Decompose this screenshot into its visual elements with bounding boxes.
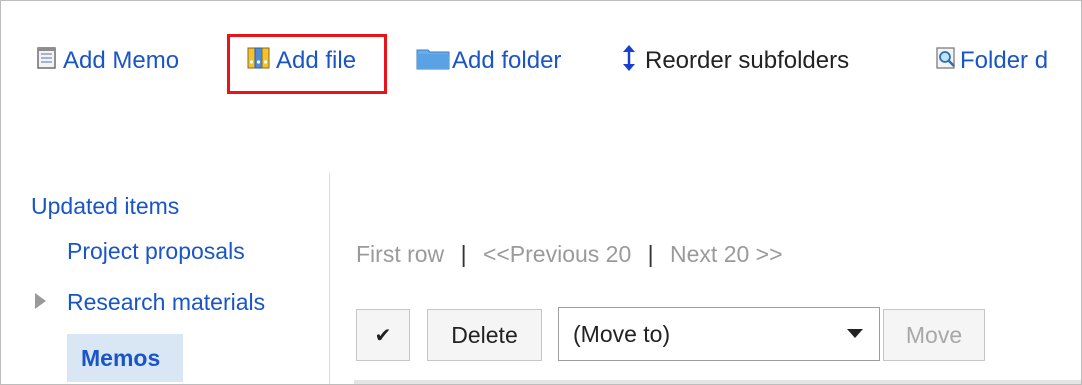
reorder-subfolders-link[interactable]: Reorder subfolders [621,41,849,81]
move-to-select[interactable]: (Move to) [558,307,880,361]
list-header-line [354,380,1081,384]
delete-button-label: Delete [451,321,518,348]
sidebar-updated-items[interactable]: Updated items [31,193,179,220]
move-button[interactable]: Move [883,309,985,361]
pager-separator: | [460,241,467,267]
sidebar-item-research-materials[interactable]: Research materials [67,289,265,316]
pager-separator-2: | [647,241,654,267]
select-all-checkbox-button[interactable]: ✔ [356,309,410,361]
add-memo-link[interactable]: Add Memo [35,41,179,81]
memo-icon [35,46,59,77]
delete-button[interactable]: Delete [427,309,542,361]
reorder-subfolders-label: Reorder subfolders [645,47,850,74]
move-button-label: Move [905,321,963,348]
pager: First row | <<Previous 20 | Next 20 >> [356,241,783,268]
sidebar-divider [329,173,330,384]
sidebar-item-memos[interactable]: Memos [67,334,183,382]
first-row-link[interactable]: First row [356,241,444,267]
app-frame: Add Memo Add file Add folder Reorder sub… [0,0,1082,385]
add-memo-label: Add Memo [63,47,180,74]
add-folder-label: Add folder [452,47,562,74]
dropdown-arrow-icon [847,329,863,338]
folder-details-label: Folder d [960,47,1049,74]
folder-details-link[interactable]: Folder d [934,41,1048,81]
move-to-select-value: (Move to) [573,320,671,347]
reorder-icon [621,44,637,79]
add-folder-link[interactable]: Add folder [416,41,561,81]
folder-icon [416,46,450,77]
next-page-link[interactable]: Next 20 >> [670,241,783,267]
sidebar-item-memos-label: Memos [81,344,161,371]
check-icon: ✔ [374,324,392,347]
sidebar-item-project-proposals[interactable]: Project proposals [67,238,245,265]
collapsed-triangle-icon[interactable] [35,293,46,309]
previous-page-link[interactable]: <<Previous 20 [483,241,631,267]
add-file-highlight [227,34,387,94]
folder-detail-icon [934,46,958,77]
